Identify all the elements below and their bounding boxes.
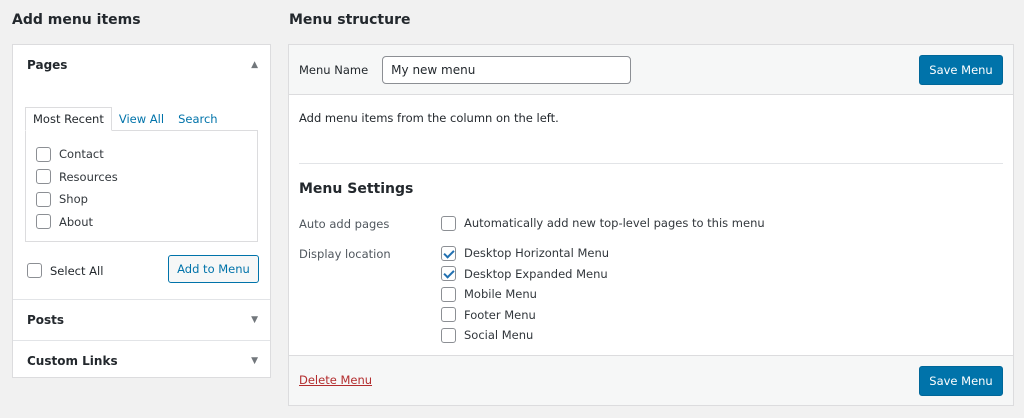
pages-list: Contact Resources Shop About	[25, 130, 258, 242]
location-option[interactable]: Desktop Horizontal Menu	[441, 243, 609, 264]
pages-section-body: Most Recent View All Search Contact Reso…	[13, 85, 270, 299]
custom-links-section-header[interactable]: Custom Links ▼	[13, 341, 270, 381]
page-item-label: Resources	[59, 169, 118, 184]
location-checkbox[interactable]	[441, 327, 456, 343]
menu-body: Add menu items from the column on the le…	[289, 95, 1013, 357]
location-label: Mobile Menu	[464, 287, 537, 302]
page-checkbox[interactable]	[36, 214, 51, 230]
page-item-label: Contact	[59, 147, 104, 162]
location-checkbox[interactable]	[441, 307, 456, 323]
location-label: Desktop Horizontal Menu	[464, 246, 610, 261]
select-all-checkbox[interactable]	[27, 263, 42, 278]
location-label: Social Menu	[464, 328, 534, 343]
pages-tabs: Most Recent View All Search	[25, 107, 258, 131]
menu-footer: Delete Menu Save Menu	[289, 355, 1013, 405]
menu-settings-title: Menu Settings	[299, 181, 414, 197]
custom-links-section-label: Custom Links	[27, 354, 118, 368]
display-location-options: Desktop Horizontal Menu Desktop Expanded…	[441, 243, 609, 346]
location-label: Desktop Expanded Menu	[464, 266, 608, 281]
expand-arrow-icon[interactable]: ▼	[251, 315, 258, 325]
menu-structure-title: Menu structure	[289, 12, 411, 28]
select-all-label: Select All	[50, 263, 104, 278]
add-to-menu-button[interactable]: Add to Menu	[168, 255, 259, 283]
page-item-resources[interactable]: Resources	[36, 166, 247, 189]
menu-items-accordion: Pages ▲ Most Recent View All Search Cont…	[12, 44, 271, 378]
location-checkbox-checked[interactable]	[441, 266, 456, 282]
auto-add-checkbox[interactable]	[441, 215, 456, 231]
page-item-label: About	[59, 214, 94, 229]
divider	[299, 163, 1003, 164]
tab-view-all[interactable]: View All	[112, 107, 171, 131]
page-item-about[interactable]: About	[36, 211, 247, 234]
select-all-row[interactable]: Select All	[27, 263, 103, 278]
page-item-shop[interactable]: Shop	[36, 188, 247, 211]
menu-management-panel: Menu Name Save Menu Add menu items from …	[288, 44, 1014, 406]
auto-add-option-label: Automatically add new top-level pages to…	[464, 216, 765, 231]
menu-name-label: Menu Name	[299, 62, 369, 77]
page-checkbox[interactable]	[36, 191, 51, 207]
location-label: Footer Menu	[464, 307, 536, 322]
posts-section: Posts ▼	[13, 300, 270, 341]
pages-section-header[interactable]: Pages ▲	[13, 45, 270, 85]
save-menu-button-footer[interactable]: Save Menu	[919, 366, 1003, 396]
location-checkbox[interactable]	[441, 286, 456, 302]
menu-name-input[interactable]	[382, 55, 632, 84]
location-option[interactable]: Social Menu	[441, 325, 609, 346]
menu-instructions: Add menu items from the column on the le…	[299, 111, 559, 125]
delete-menu-link[interactable]: Delete Menu	[299, 373, 372, 387]
location-checkbox-checked[interactable]	[441, 245, 456, 261]
location-option[interactable]: Mobile Menu	[441, 284, 609, 305]
location-option[interactable]: Footer Menu	[441, 305, 609, 326]
page-checkbox[interactable]	[36, 169, 51, 185]
page-checkbox[interactable]	[36, 146, 51, 162]
menu-header: Menu Name Save Menu	[289, 45, 1013, 95]
pages-section-label: Pages	[27, 58, 68, 72]
collapse-arrow-icon[interactable]: ▲	[251, 60, 258, 70]
custom-links-section: Custom Links ▼	[13, 341, 270, 381]
location-option[interactable]: Desktop Expanded Menu	[441, 264, 609, 285]
page-item-contact[interactable]: Contact	[36, 143, 247, 166]
expand-arrow-icon[interactable]: ▼	[251, 356, 258, 366]
page-item-label: Shop	[59, 192, 88, 207]
pages-section: Pages ▲ Most Recent View All Search Cont…	[13, 45, 270, 300]
save-menu-button[interactable]: Save Menu	[919, 55, 1003, 85]
posts-section-label: Posts	[27, 313, 65, 327]
auto-add-pages-options: Automatically add new top-level pages to…	[441, 213, 765, 234]
tab-search[interactable]: Search	[171, 107, 225, 131]
posts-section-header[interactable]: Posts ▼	[13, 300, 270, 340]
add-menu-items-title: Add menu items	[12, 12, 141, 28]
tab-most-recent[interactable]: Most Recent	[25, 107, 112, 131]
display-location-label: Display location	[299, 247, 391, 261]
auto-add-option[interactable]: Automatically add new top-level pages to…	[441, 213, 765, 234]
auto-add-pages-label: Auto add pages	[299, 217, 390, 231]
